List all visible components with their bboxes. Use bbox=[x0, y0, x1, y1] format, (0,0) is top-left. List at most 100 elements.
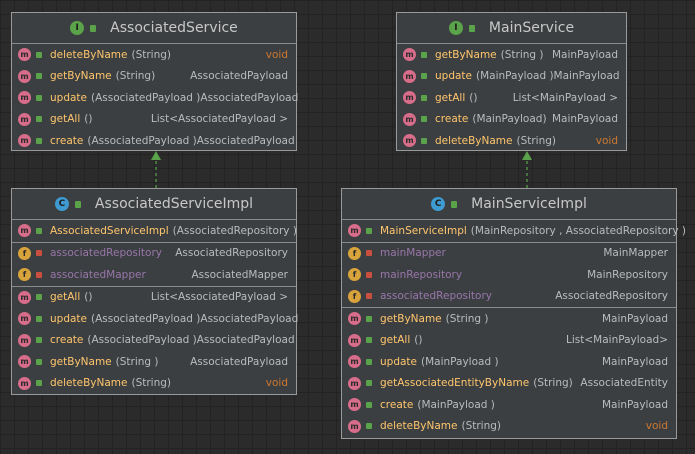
method-icon: m bbox=[403, 112, 416, 126]
method-params: (MainPayload ) bbox=[417, 398, 495, 411]
method-row[interactable]: m create (AssociatedPayload ) AssociatedPay… bbox=[12, 330, 296, 352]
method-params: (MainPayload ) bbox=[421, 355, 499, 368]
method-row[interactable]: m deleteByName (String) void bbox=[397, 130, 626, 152]
private-lock-icon bbox=[36, 271, 42, 278]
public-visibility-icon bbox=[366, 380, 372, 387]
main-service-interface-box[interactable]: I MainService m getByName (String ) MainPay… bbox=[396, 12, 627, 151]
return-type: AssociatedPayload bbox=[190, 70, 288, 83]
public-visibility-icon bbox=[36, 73, 42, 80]
method-name: getAssociatedEntityByName bbox=[380, 377, 530, 390]
method-icon: m bbox=[18, 69, 31, 83]
method-name: deleteByName bbox=[435, 134, 513, 147]
method-icon: m bbox=[348, 312, 361, 326]
method-row[interactable]: m getByName (String) AssociatedPayload bbox=[12, 66, 296, 88]
field-row[interactable]: f associatedRepository AssociatedRepositor… bbox=[12, 243, 296, 265]
fields-section: f associatedRepository AssociatedRepositor… bbox=[12, 243, 296, 287]
method-params: (String ) bbox=[445, 312, 489, 325]
constructor-section: m AssociatedServiceImpl (AssociatedReposit… bbox=[12, 220, 297, 243]
method-params: () bbox=[84, 113, 93, 126]
public-visibility-icon bbox=[36, 51, 42, 58]
public-visibility-icon bbox=[451, 200, 458, 208]
method-name: create bbox=[435, 113, 469, 126]
field-name: associatedRepository bbox=[380, 290, 492, 303]
method-row[interactable]: m create (MainPayload) MainPayload bbox=[397, 109, 626, 131]
method-row[interactable]: m create (MainPayload ) MainPayload bbox=[342, 394, 676, 416]
method-params: (String ) bbox=[500, 48, 544, 61]
public-visibility-icon bbox=[366, 423, 372, 430]
method-params: (String) bbox=[115, 70, 156, 83]
method-name: getAll bbox=[50, 113, 81, 126]
return-type: AssociatedPayload bbox=[196, 334, 295, 347]
method-row[interactable]: m deleteByName (String) void bbox=[12, 373, 296, 395]
method-params: (MainPayload) bbox=[472, 113, 547, 126]
field-icon: f bbox=[18, 268, 31, 282]
public-visibility-icon bbox=[421, 94, 427, 101]
method-row[interactable]: m getAll() List<AssociatedPayload > bbox=[12, 287, 296, 309]
public-visibility-icon bbox=[36, 294, 42, 301]
method-params: (AssociatedPayload ) bbox=[87, 334, 197, 347]
method-row[interactable]: m getByName (String ) MainPayload bbox=[342, 308, 676, 330]
method-row[interactable]: m update (MainPayload ) MainPayload bbox=[342, 351, 676, 373]
field-name: mainMapper bbox=[380, 247, 446, 260]
arrow-main-impl-to-service bbox=[522, 151, 532, 188]
method-row[interactable]: m getAll() List<MainPayload> bbox=[342, 330, 676, 352]
class-icon: C bbox=[54, 197, 69, 211]
method-params: () bbox=[84, 291, 93, 304]
return-type: void bbox=[265, 48, 288, 61]
method-name: getByName bbox=[435, 48, 497, 61]
field-row[interactable]: f associatedRepository AssociatedRepositor… bbox=[342, 286, 676, 308]
constructor-row[interactable]: m AssociatedServiceImpl (AssociatedReposit… bbox=[12, 220, 297, 242]
field-row[interactable]: f mainRepository MainRepository bbox=[342, 264, 676, 286]
method-params: (AssociatedPayload ) bbox=[87, 134, 197, 147]
method-row[interactable]: m getByName (String ) AssociatedPayload bbox=[12, 351, 296, 373]
method-row[interactable]: m create (AssociatedPayload ) AssociatedPay… bbox=[12, 130, 296, 152]
return-type: MainPayload bbox=[601, 398, 668, 411]
field-row[interactable]: f associatedMapper AssociatedMapper bbox=[12, 264, 296, 286]
return-type: AssociatedPayload bbox=[190, 355, 288, 368]
method-icon: m bbox=[18, 290, 31, 304]
arrow-assoc-impl-to-service bbox=[151, 151, 161, 188]
method-row[interactable]: m getAll() List<AssociatedPayload > bbox=[12, 109, 296, 131]
methods-section: m getAll() List<AssociatedPayload > m update… bbox=[12, 287, 298, 395]
method-icon: m bbox=[18, 134, 31, 148]
return-type: List<MainPayload > bbox=[512, 91, 618, 104]
method-icon: m bbox=[18, 376, 31, 390]
return-type: AssociatedPayload bbox=[196, 134, 295, 147]
method-row[interactable]: m update (AssociatedPayload ) AssociatedPay… bbox=[12, 87, 298, 109]
method-row[interactable]: m update (AssociatedPayload ) AssociatedPay… bbox=[12, 308, 298, 330]
public-visibility-icon bbox=[36, 337, 42, 344]
class-title: MainService bbox=[488, 20, 575, 36]
associated-service-interface-box[interactable]: I AssociatedService m deleteByName (String… bbox=[11, 12, 298, 152]
method-name: MainServiceImpl bbox=[380, 224, 467, 237]
return-type: MainRepository bbox=[587, 268, 668, 281]
field-row[interactable]: f mainMapper MainMapper bbox=[342, 243, 676, 265]
main-service-impl-class-box[interactable]: C MainServiceImpl m MainServiceImpl (MainR… bbox=[341, 188, 686, 439]
method-name: deleteByName bbox=[50, 377, 128, 390]
return-type: AssociatedEntity bbox=[580, 377, 668, 390]
constructor-row[interactable]: m MainServiceImpl (MainRepository , Associ… bbox=[342, 220, 686, 242]
method-params: (AssociatedRepository ) bbox=[172, 224, 297, 237]
method-name: create bbox=[380, 398, 414, 411]
return-type: List<AssociatedPayload > bbox=[150, 113, 288, 126]
fields-section: f mainMapper MainMapper f mainRepository Main… bbox=[342, 243, 676, 308]
public-visibility-icon bbox=[366, 401, 372, 408]
method-params: () bbox=[469, 91, 478, 104]
method-row[interactable]: m getByName (String ) MainPayload bbox=[397, 44, 626, 66]
public-visibility-icon bbox=[90, 24, 97, 32]
public-visibility-icon bbox=[74, 200, 81, 208]
method-row[interactable]: m update (MainPayload ) MainPayload bbox=[397, 66, 626, 88]
public-visibility-icon bbox=[421, 73, 427, 80]
public-visibility-icon bbox=[36, 94, 42, 101]
method-row[interactable]: m getAssociatedEntityByName (String) Associ… bbox=[342, 373, 676, 395]
method-row[interactable]: m deleteByName (String) void bbox=[12, 44, 296, 66]
method-name: AssociatedServiceImpl bbox=[50, 224, 169, 237]
method-row[interactable]: m deleteByName (String) void bbox=[342, 416, 676, 438]
method-name: getByName bbox=[50, 70, 112, 83]
public-visibility-icon bbox=[366, 358, 372, 365]
associated-service-impl-class-box[interactable]: C AssociatedServiceImpl m AssociatedServi… bbox=[11, 188, 298, 395]
method-row[interactable]: m getAll() List<MainPayload > bbox=[397, 87, 626, 109]
return-type: void bbox=[265, 377, 288, 390]
method-icon: m bbox=[18, 112, 31, 126]
methods-section: m getByName (String ) MainPayload m getAll() L… bbox=[342, 308, 676, 437]
return-type: MainPayload bbox=[601, 355, 668, 368]
